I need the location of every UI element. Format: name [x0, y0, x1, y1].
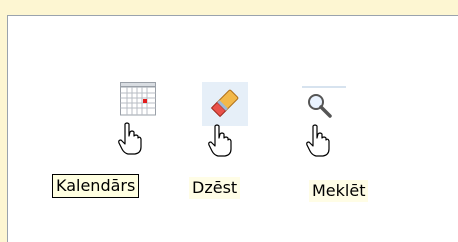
magnifier-icon: [308, 94, 332, 118]
hand-pointer-icon: [208, 124, 232, 157]
hand-pointer-icon: [118, 122, 142, 155]
delete-label: Dzēst: [189, 177, 241, 199]
search-label: Meklēt: [309, 180, 369, 202]
eraser-icon: [210, 89, 239, 118]
calendar-tooltip: Kalendārs: [52, 174, 140, 198]
search-button-top-edge: [302, 86, 346, 88]
calendar-icon: [120, 82, 156, 116]
hand-pointer-icon: [306, 124, 330, 157]
